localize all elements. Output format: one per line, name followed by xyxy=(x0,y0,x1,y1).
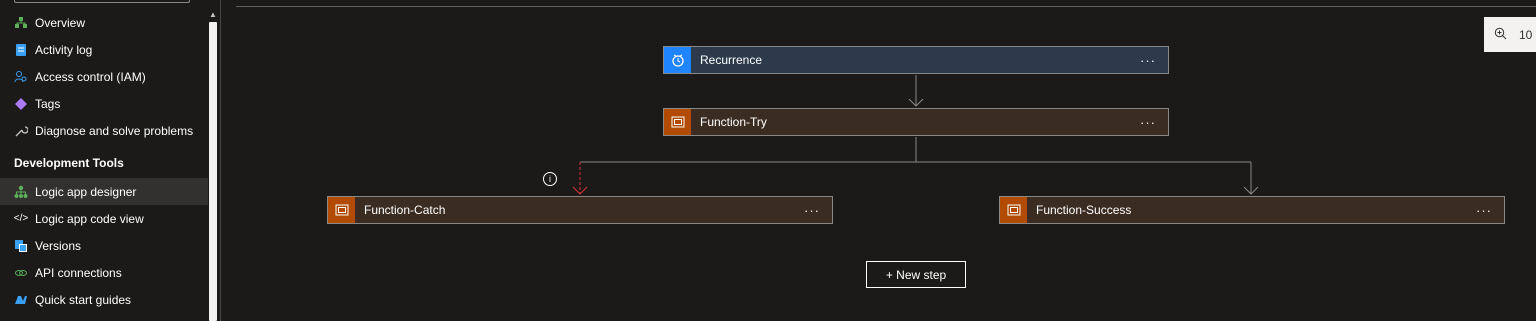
more-options-icon[interactable]: ··· xyxy=(1140,115,1156,130)
step-title: Function-Try xyxy=(700,115,767,129)
step-title: Function-Catch xyxy=(364,203,446,217)
more-options-icon[interactable]: ··· xyxy=(804,203,820,218)
zoom-in-icon[interactable] xyxy=(1494,27,1507,43)
zoom-level: 10 xyxy=(1519,27,1533,42)
step-title: Function-Success xyxy=(1036,203,1132,217)
step-function-success[interactable]: Function-Success ··· xyxy=(999,196,1505,224)
step-function-catch[interactable]: Function-Catch ··· xyxy=(327,196,833,224)
step-recurrence[interactable]: Recurrence ··· xyxy=(663,46,1169,74)
clock-icon xyxy=(664,47,691,73)
function-icon xyxy=(1000,197,1027,223)
info-icon[interactable]: i xyxy=(543,172,557,186)
new-step-button[interactable]: + New step xyxy=(866,261,966,288)
more-options-icon[interactable]: ··· xyxy=(1476,203,1492,218)
step-title: Recurrence xyxy=(700,53,763,67)
step-function-try[interactable]: Function-Try ··· xyxy=(663,108,1169,136)
function-icon xyxy=(328,197,355,223)
zoom-control[interactable]: 10 xyxy=(1484,17,1536,52)
function-icon xyxy=(664,109,691,135)
more-options-icon[interactable]: ··· xyxy=(1140,53,1156,68)
